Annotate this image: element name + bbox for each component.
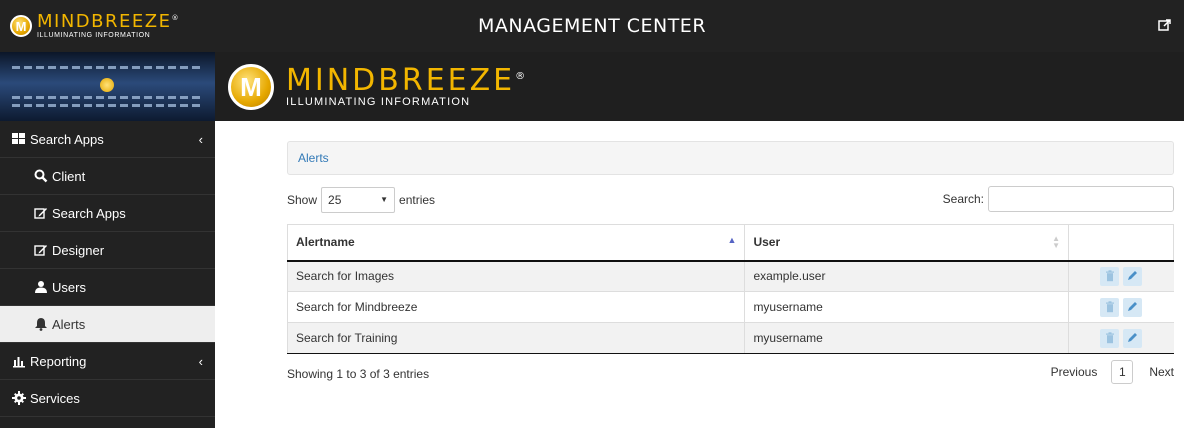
pencil-icon — [1128, 301, 1138, 311]
table-search: Search: — [943, 186, 1174, 212]
show-label: Show — [287, 193, 318, 207]
next-button[interactable]: Next — [1149, 365, 1174, 379]
sidebar-item-reporting[interactable]: Reporting ‹ — [0, 343, 215, 380]
sidebar-item-search-apps[interactable]: Search Apps — [0, 195, 215, 232]
edit-icon — [34, 243, 48, 257]
sidebar-item-label: Client — [52, 168, 86, 184]
banner: M MINDBREEZE® ILLUMINATING INFORMATION — [0, 52, 1184, 121]
sidebar-item-client[interactable]: Client — [0, 158, 215, 195]
logo-tagline: ILLUMINATING INFORMATION — [37, 32, 151, 39]
sort-both-icon: ▲ ▼ — [1052, 234, 1061, 250]
delete-button[interactable] — [1100, 297, 1120, 317]
user-cell: myusername — [744, 291, 1069, 323]
logo-mark: M — [10, 15, 32, 37]
table-row: Search for Training myusername — [286, 322, 1174, 354]
sidebar-item-services[interactable]: Services — [0, 380, 215, 417]
banner-logo-mark: M — [228, 64, 274, 110]
table-row: Search for Images example.user — [286, 260, 1174, 292]
logo-word: MINDBREEZE® — [37, 11, 180, 32]
actions-cell — [1068, 260, 1174, 292]
column-header-alertname[interactable]: Alertname ▲ — [286, 224, 745, 262]
caret-down-icon: ▼ — [380, 195, 389, 204]
server-image — [0, 52, 215, 121]
top-bar: M MINDBREEZE® ILLUMINATING INFORMATION M… — [0, 0, 1184, 52]
edit-button[interactable] — [1123, 297, 1143, 317]
search-input[interactable] — [988, 186, 1174, 212]
entries-label: entries — [399, 193, 436, 207]
sidebar-item-label: Alerts — [52, 316, 86, 332]
breadcrumb: Alerts — [287, 141, 1174, 175]
logo-letter: M — [15, 18, 27, 34]
alertname-cell: Search for Images — [286, 260, 745, 292]
table-row: Search for Mindbreeze myusername — [286, 291, 1174, 323]
column-header-label: User — [753, 235, 781, 250]
sidebar-item-alerts[interactable]: Alerts — [0, 306, 215, 343]
pencil-icon — [1128, 270, 1138, 280]
user-cell: example.user — [744, 260, 1069, 292]
edit-button[interactable] — [1123, 328, 1143, 348]
chevron-left-icon: ‹ — [198, 353, 203, 369]
trash-icon — [1105, 300, 1114, 312]
pencil-icon — [1128, 332, 1138, 342]
alertname-cell: Search for Training — [286, 322, 745, 354]
bell-icon — [34, 317, 48, 331]
sidebar-item-label: Services — [30, 390, 80, 406]
sidebar-item-search-apps-group[interactable]: Search Apps ‹ — [0, 121, 215, 158]
breadcrumb-alerts-link[interactable]: Alerts — [298, 151, 329, 165]
page-1-button[interactable]: 1 — [1111, 360, 1134, 384]
edit-button[interactable] — [1123, 266, 1143, 286]
entries-length-control: Show 25 ▼ entries — [287, 187, 435, 213]
sidebar-item-users[interactable]: Users — [0, 269, 215, 306]
trash-icon — [1105, 270, 1114, 281]
column-header-actions — [1068, 224, 1174, 262]
user-icon — [34, 280, 48, 294]
mindbreeze-logo[interactable]: M MINDBREEZE® ILLUMINATING INFORMATION — [10, 10, 215, 42]
table-info: Showing 1 to 3 of 3 entries — [287, 367, 430, 381]
actions-cell — [1068, 291, 1174, 323]
sidebar-item-label: Reporting — [30, 353, 87, 369]
search-label: Search: — [942, 192, 984, 206]
banner-logo: M MINDBREEZE® ILLUMINATING INFORMATION — [228, 64, 528, 110]
gear-icon — [12, 391, 26, 405]
pagination: Previous 1 Next — [1051, 360, 1174, 384]
sidebar-item-designer[interactable]: Designer — [0, 232, 215, 269]
actions-cell — [1068, 322, 1174, 354]
banner-logo-tagline: ILLUMINATING INFORMATION — [286, 96, 471, 108]
external-link-icon[interactable] — [1158, 18, 1172, 32]
entries-length-value: 25 — [328, 193, 342, 207]
search-icon — [34, 169, 48, 183]
previous-button[interactable]: Previous — [1051, 365, 1098, 379]
column-header-user[interactable]: User ▲ ▼ — [744, 224, 1069, 262]
edit-icon — [34, 206, 48, 220]
alertname-cell: Search for Mindbreeze — [286, 291, 745, 323]
delete-button[interactable] — [1100, 266, 1120, 286]
sort-asc-icon: ▲ — [727, 235, 737, 245]
banner-logo-word: MINDBREEZE® — [286, 63, 529, 98]
sidebar-item-label: Designer — [52, 242, 105, 258]
entries-length-select[interactable]: 25 ▼ — [321, 187, 396, 213]
alerts-table: Alertname ▲ User ▲ ▼ Search for Images ex… — [286, 224, 1174, 354]
th-large-icon — [12, 132, 26, 146]
column-header-label: Alertname — [296, 235, 355, 250]
chevron-left-icon: ‹ — [198, 131, 203, 147]
sidebar-item-label: Search Apps — [52, 205, 126, 221]
sidebar-item-label: Users — [52, 279, 86, 295]
user-cell: myusername — [744, 322, 1069, 354]
sidebar-item-label: Search Apps — [30, 131, 104, 147]
trash-icon — [1105, 331, 1114, 343]
delete-button[interactable] — [1100, 328, 1120, 348]
bar-chart-icon — [12, 354, 26, 368]
sidebar: Search Apps ‹ Client Search Apps Designe… — [0, 121, 215, 428]
